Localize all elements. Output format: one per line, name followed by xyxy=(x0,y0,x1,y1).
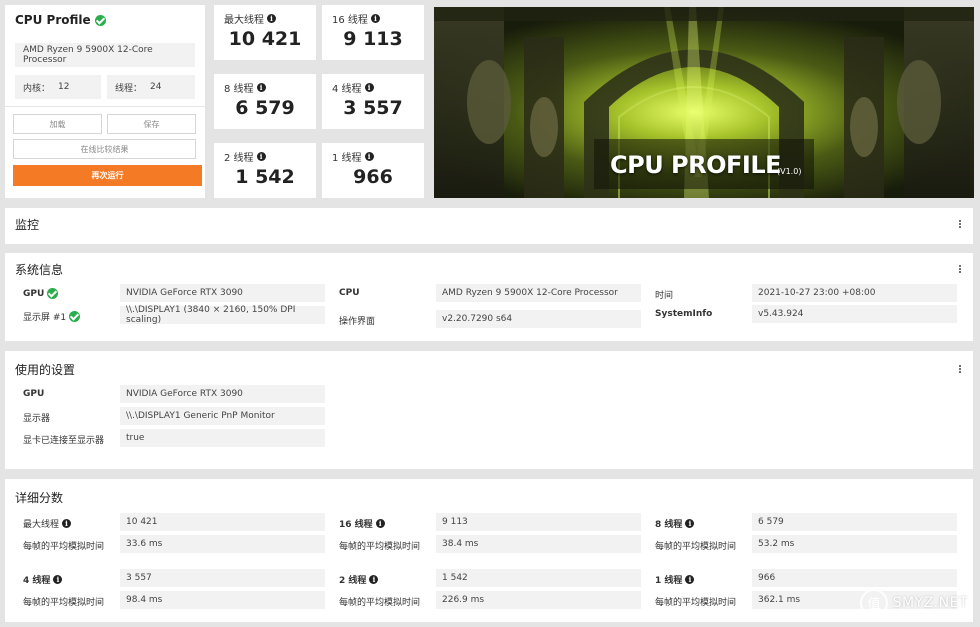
hero-title: CPU PROFILE xyxy=(610,151,782,179)
detail-label: 8 线程 i xyxy=(655,517,695,530)
detail-frame-time: 98.4 ms xyxy=(120,591,325,609)
hero-version: (V1.0) xyxy=(777,167,802,176)
score-tile: 1 线程 i 966 xyxy=(322,143,424,198)
info-icon[interactable]: i xyxy=(53,575,63,584)
detailed-scores-title: 详细分数 xyxy=(15,491,64,505)
detail-frame-label: 每帧的平均模拟时间 xyxy=(23,542,105,552)
info-icon[interactable]: i xyxy=(370,14,380,23)
detail-frame-time: 226.9 ms xyxy=(436,591,641,609)
score-tile: 2 线程 i 1 542 xyxy=(214,143,316,198)
info-icon[interactable]: i xyxy=(256,152,266,161)
time-label: 时间 xyxy=(655,291,674,301)
cores-field: 内核： 12 xyxy=(15,75,101,99)
detail-label: 16 线程 i xyxy=(339,517,385,530)
score-tile: 4 线程 i 3 557 xyxy=(322,74,424,129)
info-icon[interactable]: i xyxy=(267,14,276,23)
score-value: 1 542 xyxy=(235,166,295,188)
settings-gpu-value: NVIDIA GeForce RTX 3090 xyxy=(120,385,325,403)
system-info-panel: 系统信息 GPU NVIDIA GeForce RTX 3090 显示屏 #1 … xyxy=(5,253,973,341)
score-tile: 16 线程 i 9 113 xyxy=(322,5,424,60)
info-icon[interactable]: i xyxy=(364,152,374,161)
load-button[interactable]: 加载 xyxy=(13,114,102,134)
score-value: 6 579 xyxy=(235,97,295,119)
detailed-scores-panel: 详细分数 最大线程 i 10 421 每帧的平均模拟时间 33.6 ms 16 线… xyxy=(5,479,973,622)
detail-frame-time: 38.4 ms xyxy=(436,535,641,553)
info-icon[interactable]: i xyxy=(369,575,379,584)
monitor-title: 监控 xyxy=(15,218,40,232)
score-value: 9 113 xyxy=(343,28,403,50)
score-value: 966 xyxy=(353,166,393,188)
monitor-panel: 监控 xyxy=(5,208,973,244)
detail-label: 1 线程 i xyxy=(655,573,695,586)
compare-online-button[interactable]: 在线比较结果 xyxy=(13,139,196,159)
profile-title: CPU Profile xyxy=(15,13,106,27)
info-icon[interactable]: i xyxy=(256,83,266,92)
detail-frame-time: 33.6 ms xyxy=(120,535,325,553)
info-icon[interactable]: i xyxy=(685,519,695,528)
detail-label: 4 线程 i xyxy=(23,573,63,586)
cpu-label: CPU xyxy=(339,288,360,298)
detail-frame-label: 每帧的平均模拟时间 xyxy=(23,598,105,608)
profile-panel: CPU Profile AMD Ryzen 9 5900X 12-Core Pr… xyxy=(5,5,205,198)
detail-score: 9 113 xyxy=(436,513,641,531)
info-icon[interactable]: i xyxy=(62,519,72,528)
cpu-value: AMD Ryzen 9 5900X 12-Core Processor xyxy=(436,284,641,302)
systeminfo-value: v5.43.924 xyxy=(752,305,957,323)
check-icon xyxy=(94,14,106,26)
settings-connected-label: 显卡已连接至显示器 xyxy=(23,436,105,446)
time-value: 2021-10-27 23:00 +08:00 xyxy=(752,284,957,302)
divider xyxy=(5,106,205,107)
gpu-value: NVIDIA GeForce RTX 3090 xyxy=(120,284,325,302)
settings-connected-value: true xyxy=(120,429,325,447)
more-options-icon[interactable] xyxy=(959,364,963,374)
settings-gpu-label: GPU xyxy=(23,389,45,399)
save-button[interactable]: 保存 xyxy=(107,114,196,134)
os-label: 操作界面 xyxy=(339,317,376,327)
info-icon[interactable]: i xyxy=(375,519,385,528)
system-info-title: 系统信息 xyxy=(15,263,64,277)
os-value: v2.20.7290 s64 xyxy=(436,310,641,328)
detail-score: 10 421 xyxy=(120,513,325,531)
more-options-icon[interactable] xyxy=(959,219,963,229)
svg-text:值: 值 xyxy=(867,596,880,612)
settings-title: 使用的设置 xyxy=(15,363,76,377)
watermark: 值 SMYZ.NET xyxy=(859,588,968,618)
hero-banner: CPU PROFILE (V1.0) xyxy=(434,7,974,198)
detail-frame-label: 每帧的平均模拟时间 xyxy=(339,542,421,552)
detail-label: 2 线程 i xyxy=(339,573,379,586)
detail-label: 最大线程 i xyxy=(23,517,72,530)
settings-display-value: \\.\DISPLAY1 Generic PnP Monitor xyxy=(120,407,325,425)
detail-score: 3 557 xyxy=(120,569,325,587)
detail-score: 966 xyxy=(752,569,957,587)
score-value: 10 421 xyxy=(228,28,302,50)
run-again-button[interactable]: 再次运行 xyxy=(13,165,202,186)
check-icon xyxy=(69,311,81,322)
detail-score: 1 542 xyxy=(436,569,641,587)
detail-frame-label: 每帧的平均模拟时间 xyxy=(655,542,737,552)
detail-score: 6 579 xyxy=(752,513,957,531)
info-icon[interactable]: i xyxy=(364,83,374,92)
detail-frame-label: 每帧的平均模拟时间 xyxy=(339,598,421,608)
settings-panel: 使用的设置 GPU NVIDIA GeForce RTX 3090 显示器 \\… xyxy=(5,351,973,469)
cpu-name-field: AMD Ryzen 9 5900X 12-Core Processor xyxy=(15,43,195,67)
display-label: 显示屏 #1 xyxy=(23,310,81,323)
score-value: 3 557 xyxy=(343,97,403,119)
systeminfo-label: SystemInfo xyxy=(655,309,713,319)
score-tile: 最大线程 i 10 421 xyxy=(214,5,316,60)
display-value: \\.\DISPLAY1 (3840 × 2160, 150% DPI scal… xyxy=(120,305,325,325)
watermark-logo-icon: 值 xyxy=(859,589,888,617)
gpu-label: GPU xyxy=(23,288,59,299)
threads-field: 线程： 24 xyxy=(107,75,195,99)
score-tile: 8 线程 i 6 579 xyxy=(214,74,316,129)
check-icon xyxy=(47,288,59,299)
more-options-icon[interactable] xyxy=(959,264,963,274)
detail-frame-time: 53.2 ms xyxy=(752,535,957,553)
detail-frame-label: 每帧的平均模拟时间 xyxy=(655,598,737,608)
settings-display-label: 显示器 xyxy=(23,414,51,424)
watermark-text: SMYZ.NET xyxy=(892,595,968,611)
info-icon[interactable]: i xyxy=(685,575,695,584)
